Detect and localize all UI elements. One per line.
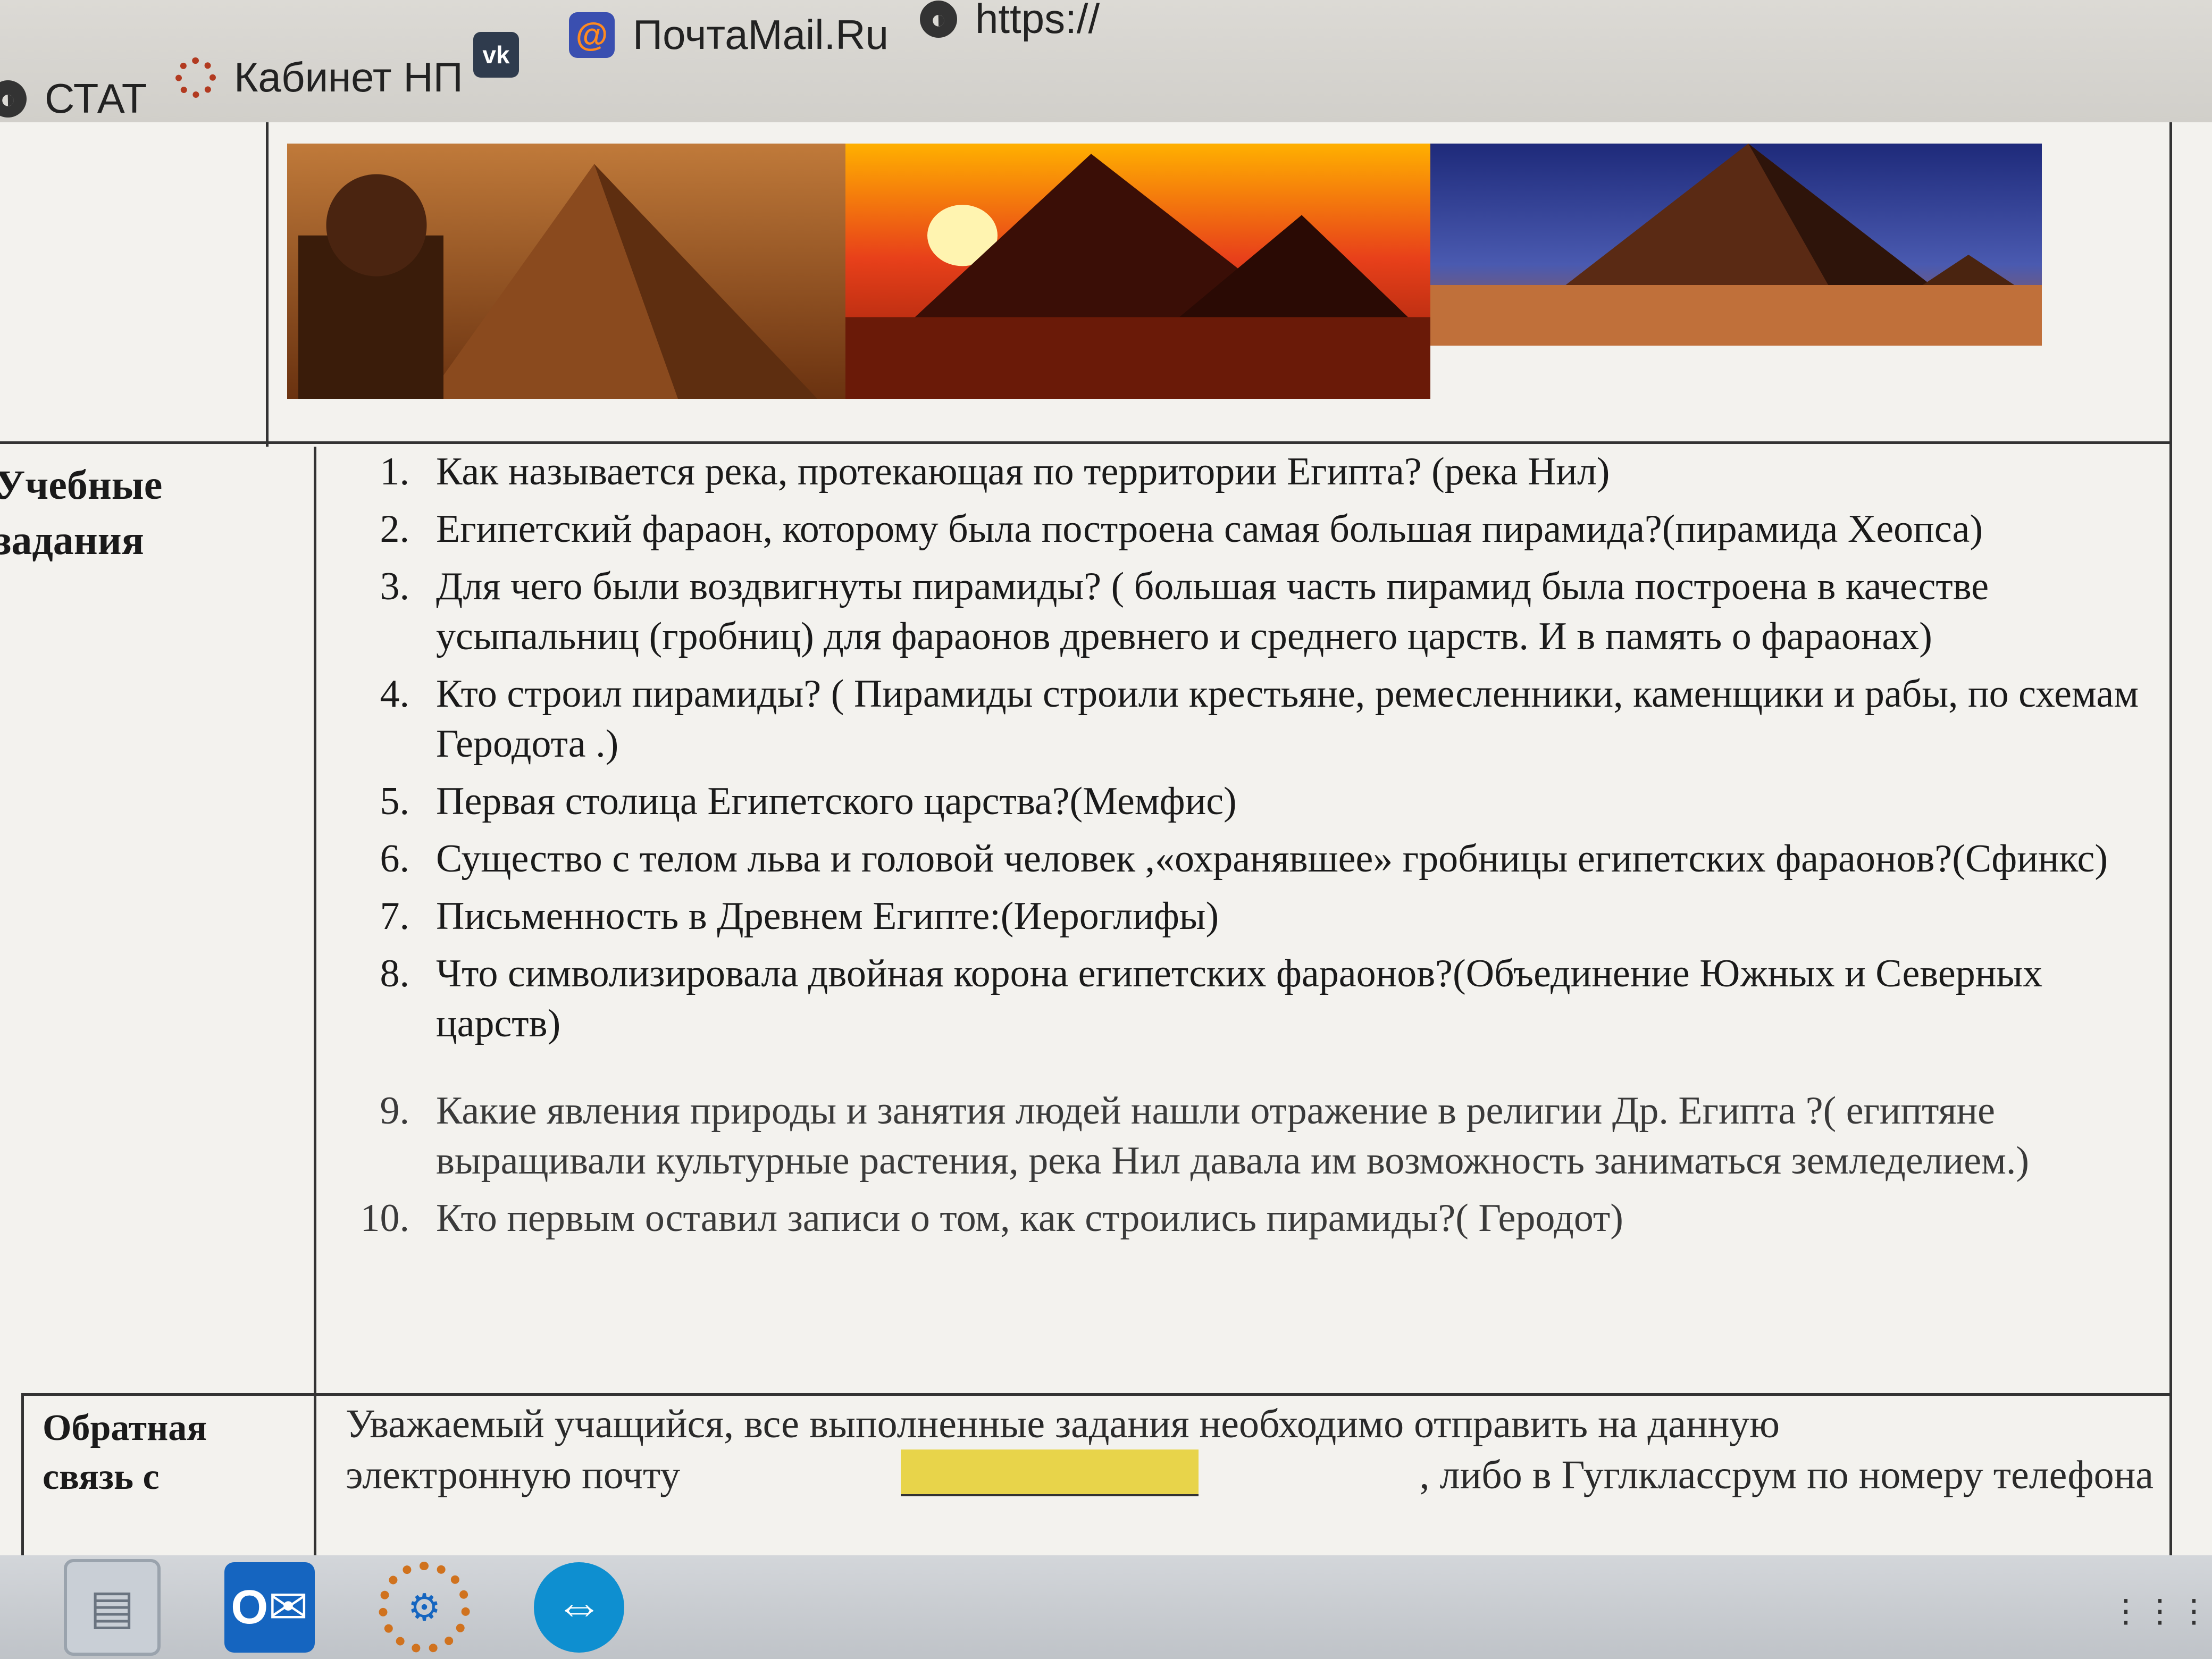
list-item: 8. Что символизировала двойная корона еги… — [380, 952, 2043, 1045]
globe-icon: ◐ — [920, 0, 957, 38]
bookmark-kabinet-np[interactable]: Кабинет НП — [175, 53, 463, 102]
list-item: 2. Египетский фараон, которому была постр… — [380, 507, 1983, 551]
vk-icon: vk — [473, 32, 519, 78]
list-item: 4. Кто строил пирамиды? ( Пирамиды строил… — [380, 672, 2139, 766]
list-item: 9. Какие явления природы и занятия людей … — [380, 1089, 2030, 1183]
table-border — [2169, 122, 2172, 1558]
system-tray[interactable]: ⋮⋮⋮ — [2110, 1593, 2212, 1630]
email-highlight — [901, 1449, 1199, 1496]
sunset-pyramid-photo — [845, 144, 1430, 399]
teamviewer-app-icon[interactable]: ⇔ — [534, 1562, 624, 1653]
list-item: 1. Как называется река, протекающая по те… — [380, 450, 1610, 493]
table-border — [314, 447, 316, 1558]
pyramid-photo-strip — [287, 144, 2042, 399]
gear-icon — [175, 57, 216, 98]
list-item: 7. Письменность в Древнем Египте:(Иерогли… — [380, 894, 1219, 938]
taskbar: ▤ O✉ ⚙ ⇔ ⋮⋮⋮ — [0, 1555, 2212, 1659]
list-item: 10. Кто первым оставил записи о том, как … — [360, 1196, 1623, 1240]
questions-list: 1. Как называется река, протекающая по те… — [351, 447, 2169, 1251]
list-item: 6. Существо с телом льва и головой челове… — [380, 837, 2108, 881]
globe-icon: ◐ — [0, 80, 27, 118]
list-item: 5. Первая столица Египетского царства?(Ме… — [380, 780, 1237, 823]
settings-app-icon[interactable]: ⚙ — [379, 1561, 470, 1653]
bookmark-mail-ru[interactable]: @ ПочтаMail.Ru — [569, 11, 889, 59]
tasks-row-label: Учебные задания — [0, 462, 163, 563]
table-border — [0, 441, 2169, 444]
printer-app-icon[interactable]: ▤ — [64, 1559, 161, 1656]
desert-pyramid-photo — [1430, 144, 2042, 346]
list-item: 3. Для чего были воздвигнуты пирамиды? ( … — [380, 565, 1989, 658]
bookmark-https[interactable]: ◐ https:// — [920, 0, 1100, 43]
mail-icon: @ — [569, 12, 615, 58]
outlook-app-icon[interactable]: O✉ — [224, 1562, 315, 1653]
table-border — [266, 122, 269, 447]
bookmark-vk[interactable]: vk — [473, 32, 519, 78]
feedback-row-label: Обратная связь с — [43, 1407, 207, 1497]
bookmark-stat[interactable]: ◐ СТАТ — [0, 74, 147, 123]
document-page: Учебные задания 1. Как называется река, п… — [0, 122, 2212, 1558]
sphinx-pyramid-photo — [287, 144, 845, 399]
table-border — [21, 1393, 2169, 1396]
table-border — [21, 1393, 24, 1558]
feedback-text: Уважаемый учащийся, все выполненные зада… — [346, 1402, 2154, 1497]
